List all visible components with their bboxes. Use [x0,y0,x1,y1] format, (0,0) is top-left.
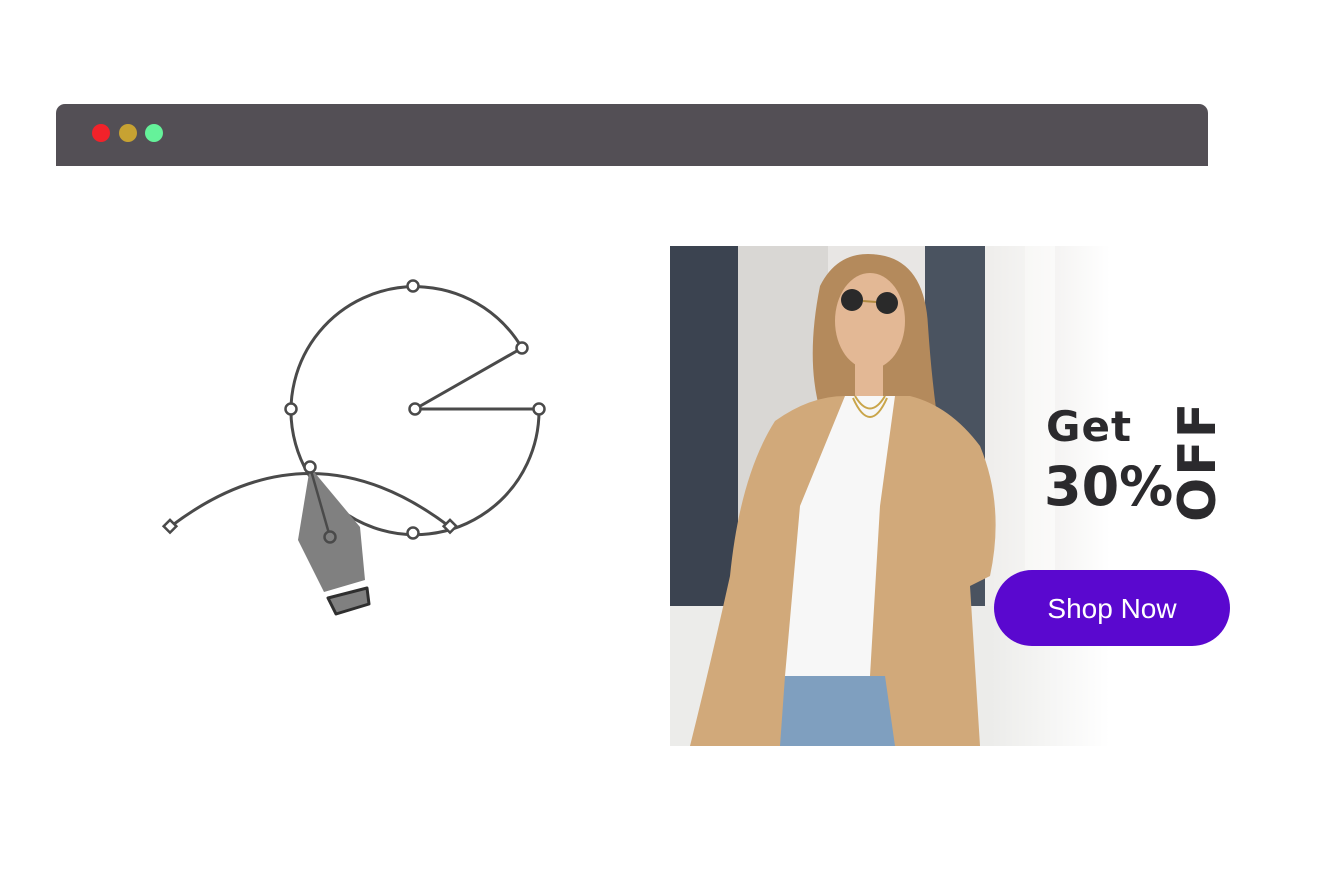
pen-tool-illustration [150,270,570,630]
maximize-window-button[interactable] [145,124,163,142]
pen-tool-icon [161,279,546,616]
promo-discount-value: 30% [1044,455,1174,518]
promo-get-text: Get [1046,402,1133,451]
shop-now-button[interactable]: Shop Now [994,570,1230,646]
window-title-bar [56,104,1208,166]
minimize-window-button[interactable] [119,124,137,142]
promo-banner: Get 30% OFF Shop Now [670,246,1240,746]
close-window-button[interactable] [92,124,110,142]
promo-off-text: OFF [1168,400,1228,522]
